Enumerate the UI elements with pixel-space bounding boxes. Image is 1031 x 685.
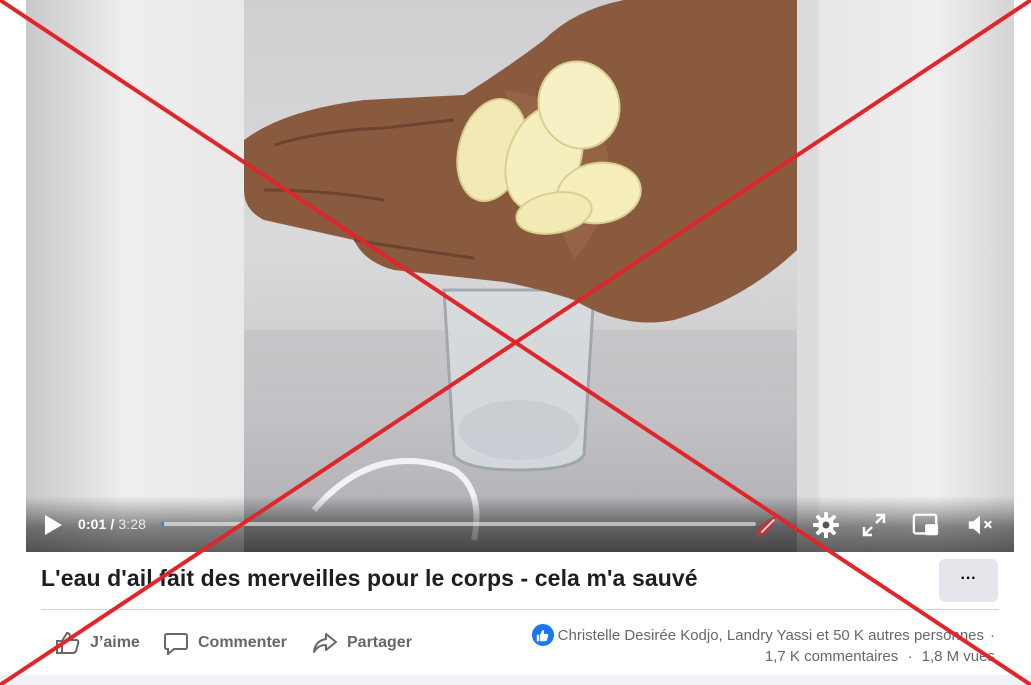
more-options-button[interactable]: ···	[939, 559, 998, 602]
video-player[interactable]	[26, 0, 1014, 552]
duration: 3:28	[118, 516, 147, 532]
comments-count[interactable]: 1,7 K commentaires	[765, 648, 898, 665]
play-icon	[45, 515, 62, 535]
share-label: Partager	[347, 634, 412, 651]
play-button[interactable]	[43, 514, 63, 536]
garlic-sticker-icon	[757, 515, 777, 537]
reactions-summary[interactable]: Christelle Desirée Kodjo, Landry Yassi e…	[530, 623, 995, 647]
like-reaction-icon	[530, 623, 555, 647]
video-frame-content	[244, 0, 797, 552]
comment-button[interactable]: Commenter	[163, 628, 287, 658]
share-arrow-icon	[313, 633, 337, 653]
bottom-strip	[0, 675, 1031, 685]
muted-speaker-icon[interactable]	[966, 511, 994, 539]
thumbs-up-icon	[56, 631, 80, 654]
fullscreen-icon[interactable]	[860, 511, 888, 539]
current-time: 0:01	[78, 516, 107, 532]
speech-bubble-icon	[164, 633, 188, 655]
share-button[interactable]: Partager	[312, 628, 412, 658]
video-time: 0:01 / 3:28	[78, 516, 147, 532]
post-stats: 1,7 K commentaires · 1,8 M vues	[765, 648, 995, 665]
like-button[interactable]: J’aime	[55, 628, 140, 658]
gear-icon[interactable]	[812, 511, 840, 539]
divider	[41, 609, 999, 610]
comment-label: Commenter	[198, 634, 287, 651]
stats-separator: ·	[907, 648, 913, 665]
post-title: L'eau d'ail fait des merveilles pour le …	[41, 565, 698, 591]
video-progress-bar[interactable]	[162, 522, 756, 526]
video-progress-fill	[162, 522, 164, 526]
reactions-text: Christelle Desirée Kodjo, Landry Yassi e…	[557, 626, 984, 644]
views-count[interactable]: 1,8 M vues	[922, 648, 995, 665]
video-image-hand-with-garlic	[244, 0, 797, 552]
picture-in-picture-icon[interactable]	[912, 511, 940, 539]
reactions-separator: ·	[990, 626, 995, 644]
like-label: J’aime	[90, 634, 140, 651]
